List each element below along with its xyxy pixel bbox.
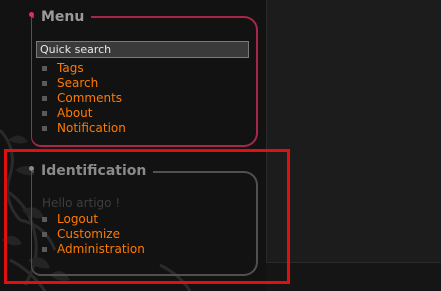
about-link[interactable]: About [57,106,92,121]
comments-link[interactable]: Comments [57,91,122,106]
list-item: Search [42,76,126,91]
main-content-panel [266,0,441,263]
tags-link[interactable]: Tags [57,61,84,76]
bullet-icon [42,81,47,86]
notification-link[interactable]: Notification [57,121,126,136]
search-link[interactable]: Search [57,76,98,91]
bullet-icon [42,126,47,131]
bullet-icon [42,96,47,101]
list-item: Notification [42,121,126,136]
menu-title: Menu [34,9,92,25]
list-item: About [42,106,126,121]
highlight-outline [4,149,290,284]
bullet-icon [42,66,47,71]
menu-links-list: Tags Search Comments About Notification [42,61,126,136]
quick-search-input[interactable] [36,41,249,58]
list-item: Comments [42,91,126,106]
bullet-icon [42,111,47,116]
list-item: Tags [42,61,126,76]
